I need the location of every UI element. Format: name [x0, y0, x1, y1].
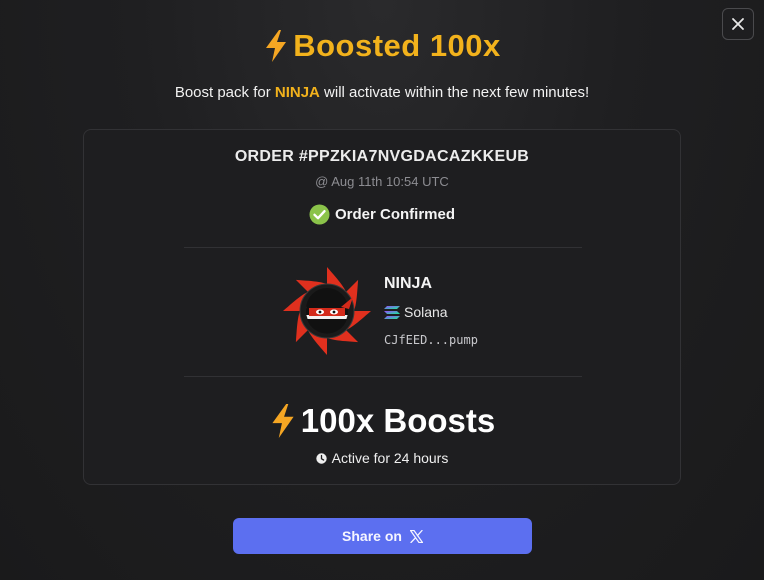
boost-summary: 100x Boosts: [84, 402, 680, 440]
ninja-shuriken-logo: [283, 267, 371, 355]
subtitle-suffix: will activate within the next few minute…: [319, 84, 590, 101]
subtitle-prefix: Boost pack for: [174, 84, 275, 101]
boost-label: 100x Boosts: [300, 402, 496, 439]
token-name: NINJA: [384, 275, 433, 292]
divider: [184, 376, 582, 377]
divider: [184, 247, 582, 248]
boost-confirmation-modal: Boosted 100x Boost pack for NINJA will a…: [0, 0, 764, 580]
lightning-icon: [266, 30, 287, 62]
duration-text: Active for 24 hours: [331, 450, 449, 466]
x-logo-icon: [409, 529, 423, 543]
chain-name: Solana: [404, 304, 448, 320]
modal-title: Boosted 100x: [0, 28, 764, 64]
order-card: ORDER #PPZKIA7NVGDACAZKKEUB @ Aug 11th 1…: [83, 129, 681, 485]
clock-icon: [315, 452, 327, 464]
share-label: Share on: [342, 528, 402, 544]
share-on-x-button[interactable]: Share on: [233, 518, 532, 554]
status-text: Order Confirmed: [334, 206, 455, 223]
boost-duration: Active for 24 hours: [84, 450, 680, 466]
solana-icon: [384, 305, 400, 319]
order-id: ORDER #PPZKIA7NVGDACAZKKEUB: [234, 148, 530, 165]
subtitle: Boost pack for NINJA will activate withi…: [0, 84, 764, 101]
lightning-icon: [272, 404, 294, 438]
title-text: Boosted 100x: [293, 28, 501, 63]
order-timestamp: @ Aug 11th 10:54 UTC: [315, 174, 449, 189]
token-chain: Solana: [384, 304, 448, 320]
subtitle-token: NINJA: [274, 84, 320, 101]
order-status: Order Confirmed: [84, 204, 680, 225]
check-circle-icon: [309, 204, 330, 225]
token-address: CJfEED...pump: [384, 333, 478, 347]
